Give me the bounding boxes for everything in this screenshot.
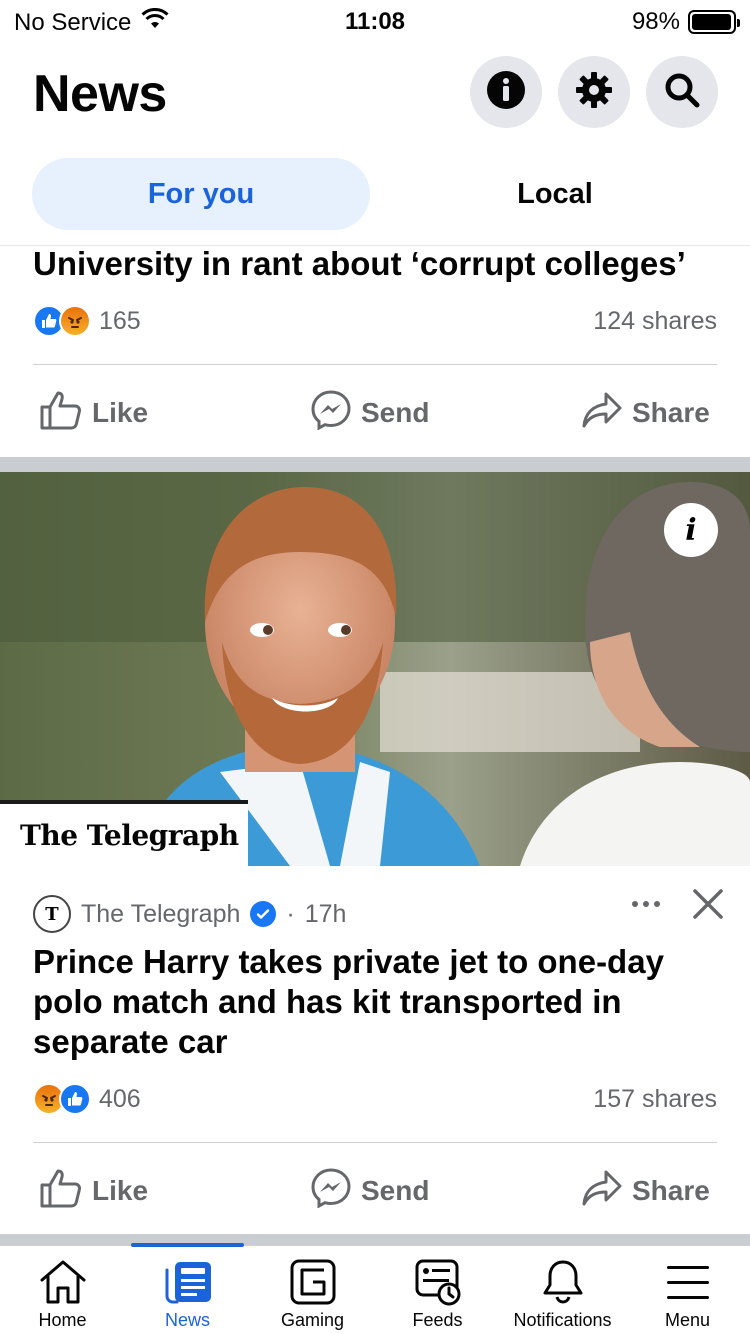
like-reaction-icon <box>59 1083 91 1115</box>
page-title: News <box>33 65 167 123</box>
messenger-icon <box>311 389 351 437</box>
like-label: Like <box>92 1175 149 1206</box>
send-button[interactable]: Send <box>311 1156 429 1226</box>
gaming-icon <box>289 1258 337 1306</box>
publisher-name[interactable]: The Telegraph <box>81 900 240 929</box>
image-info-button[interactable]: i <box>664 503 718 557</box>
share-label: Share <box>632 397 710 428</box>
search-button[interactable] <box>646 56 718 128</box>
messenger-icon <box>311 1167 351 1215</box>
share-arrow-icon <box>582 390 622 437</box>
like-button[interactable]: Like <box>40 378 148 448</box>
share-button[interactable]: Share <box>582 378 710 448</box>
nav-menu[interactable]: Menu <box>625 1246 750 1334</box>
divider <box>33 364 717 365</box>
info-icon <box>486 70 526 115</box>
nav-notifications[interactable]: Notifications <box>500 1246 625 1334</box>
battery-percent: 98% <box>631 8 680 35</box>
nav-home[interactable]: Home <box>0 1246 125 1334</box>
status-right: 98% <box>631 8 740 36</box>
post-actions: Like Send Share <box>0 378 750 448</box>
post-title[interactable]: Prince Harry takes private jet to one-da… <box>33 942 723 1062</box>
post-actions: Like Send Share <box>0 1156 750 1226</box>
thumbs-up-icon <box>40 390 82 437</box>
tab-local[interactable]: Local <box>380 158 730 230</box>
thumbs-up-icon <box>40 1168 82 1215</box>
nav-gaming[interactable]: Gaming <box>250 1246 375 1334</box>
hide-post-button[interactable] <box>686 884 730 928</box>
nav-label: Feeds <box>412 1310 463 1330</box>
bottom-navigation: Home News Gaming Feeds Notifications Men… <box>0 1243 750 1334</box>
home-icon <box>38 1258 88 1306</box>
post-title[interactable]: University in rant about ‘corrupt colleg… <box>33 242 686 286</box>
angry-reaction-icon <box>59 305 91 337</box>
send-button[interactable]: Send <box>311 378 429 448</box>
nav-label: Notifications <box>513 1310 612 1330</box>
more-options-button[interactable] <box>626 884 666 924</box>
nav-news[interactable]: News <box>125 1246 250 1334</box>
publisher-avatar[interactable]: T <box>33 895 71 933</box>
header: News <box>0 50 750 140</box>
search-icon <box>662 70 702 115</box>
status-bar: No Service 11:08 98% <box>0 0 750 40</box>
post-separator <box>0 1234 750 1245</box>
info-button[interactable] <box>470 56 542 128</box>
close-icon <box>692 888 724 925</box>
post-time: 17h <box>304 899 347 928</box>
post-stats: 165 124 shares <box>33 301 717 341</box>
gear-icon <box>574 70 614 115</box>
post-stats: 406 157 shares <box>33 1079 717 1119</box>
battery-icon <box>688 10 740 34</box>
dot-separator: · <box>286 899 295 928</box>
feeds-icon <box>413 1258 463 1306</box>
share-button[interactable]: Share <box>582 1156 710 1226</box>
nav-label: Menu <box>664 1310 711 1330</box>
share-arrow-icon <box>582 1168 622 1215</box>
share-label: Share <box>632 1175 710 1206</box>
like-button[interactable]: Like <box>40 1156 148 1226</box>
menu-icon <box>665 1258 711 1306</box>
nav-feeds[interactable]: Feeds <box>375 1246 500 1334</box>
feed-tabs: For you Local <box>0 158 750 246</box>
send-label: Send <box>361 1175 430 1206</box>
settings-button[interactable] <box>558 56 630 128</box>
reaction-summary[interactable]: 406 <box>33 1083 141 1115</box>
reaction-summary[interactable]: 165 <box>33 305 141 337</box>
reaction-count: 165 <box>99 306 141 335</box>
bell-icon <box>540 1258 586 1306</box>
verified-badge-icon <box>250 901 277 927</box>
share-count[interactable]: 157 shares <box>593 1085 717 1114</box>
reaction-count: 406 <box>99 1084 141 1113</box>
nav-label: Home <box>38 1310 87 1330</box>
nav-label: News <box>164 1310 210 1330</box>
telegraph-logo: The Telegraph <box>0 800 248 866</box>
post-separator <box>0 457 750 472</box>
share-count[interactable]: 124 shares <box>593 307 717 336</box>
news-icon <box>163 1258 213 1306</box>
tab-for-you[interactable]: For you <box>32 158 370 230</box>
nav-label: Gaming <box>280 1310 345 1330</box>
send-label: Send <box>361 397 430 428</box>
post-source-row: T The Telegraph · 17h <box>33 892 346 936</box>
like-label: Like <box>92 397 149 428</box>
divider <box>33 1142 717 1143</box>
